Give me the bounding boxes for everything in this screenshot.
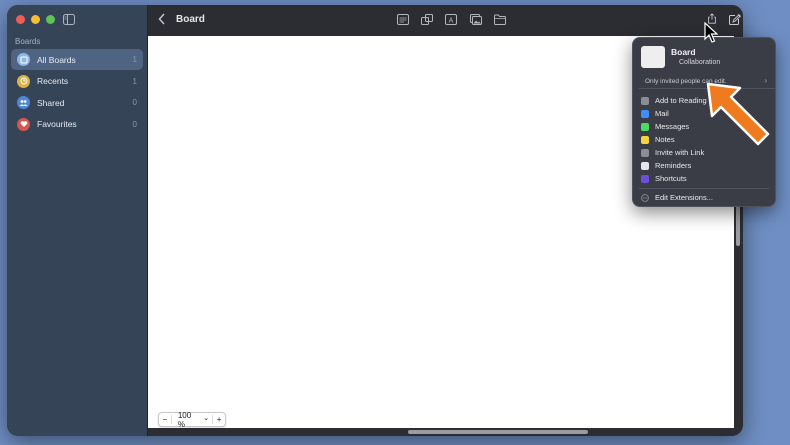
share-option-shortcuts[interactable]: Shortcuts bbox=[639, 172, 769, 185]
people-icon bbox=[17, 96, 30, 109]
media-icon[interactable] bbox=[470, 14, 482, 25]
sidebar-toggle-icon[interactable] bbox=[63, 14, 75, 25]
share-item-title: Board bbox=[671, 47, 696, 57]
edit-extensions-button[interactable]: Edit Extensions... bbox=[641, 193, 713, 202]
compose-icon[interactable] bbox=[729, 14, 741, 25]
more-icon bbox=[641, 193, 649, 202]
sidebar-item-count: 1 bbox=[132, 55, 137, 64]
sidebar: Boards All Boards 1 Recents 1 Shared 0 F… bbox=[7, 5, 148, 436]
zoom-in-button[interactable]: + bbox=[212, 415, 225, 424]
sidebar-item-recents[interactable]: Recents 1 bbox=[11, 71, 143, 92]
annotation-arrow-icon bbox=[706, 82, 770, 146]
mail-icon bbox=[641, 109, 649, 118]
sidebar-item-count: 0 bbox=[132, 119, 137, 129]
mouse-pointer-icon bbox=[704, 22, 718, 43]
notes-icon bbox=[641, 135, 649, 144]
zoom-out-button[interactable]: − bbox=[159, 415, 172, 424]
link-icon bbox=[641, 148, 649, 157]
share-option-label: Reminders bbox=[655, 161, 692, 170]
sidebar-item-label: Shared bbox=[37, 97, 65, 108]
sidebar-item-label: All Boards bbox=[37, 54, 76, 65]
share-option-label: Add to Reading bbox=[655, 96, 707, 105]
sidebar-item-shared[interactable]: Shared 0 bbox=[11, 92, 143, 113]
shapes-icon[interactable] bbox=[421, 14, 433, 25]
share-option-label: Shortcuts bbox=[655, 174, 687, 183]
shortcuts-icon bbox=[641, 174, 649, 183]
sidebar-item-label: Recents bbox=[37, 76, 69, 86]
svg-text:A: A bbox=[449, 18, 454, 25]
toolbar: Board A bbox=[148, 5, 743, 37]
horizontal-scroll-thumb[interactable] bbox=[408, 430, 588, 434]
window-controls bbox=[16, 15, 55, 24]
folder-icon[interactable] bbox=[494, 14, 506, 25]
divider bbox=[639, 188, 769, 189]
text-box-icon[interactable]: A bbox=[445, 14, 457, 25]
messages-icon bbox=[641, 122, 649, 131]
sidebar-section-title: Boards bbox=[15, 37, 41, 46]
boards-icon bbox=[17, 53, 30, 66]
share-option-label: Mail bbox=[655, 109, 669, 118]
collaboration-label[interactable]: Collaboration bbox=[679, 59, 720, 66]
board-thumbnail bbox=[641, 46, 665, 68]
share-option-reminders[interactable]: Reminders bbox=[639, 159, 769, 172]
zoom-level[interactable]: 100 % bbox=[178, 411, 200, 429]
page-title: Board bbox=[176, 14, 205, 25]
sidebar-item-count: 0 bbox=[132, 98, 137, 107]
edit-extensions-label: Edit Extensions... bbox=[655, 193, 713, 202]
sidebar-list: All Boards 1 Recents 1 Shared 0 Favourit… bbox=[11, 49, 143, 135]
share-option-label: Notes bbox=[655, 135, 675, 144]
horizontal-scrollbar[interactable] bbox=[148, 428, 734, 436]
minimize-button[interactable] bbox=[31, 15, 40, 24]
sidebar-item-all-boards[interactable]: All Boards 1 bbox=[11, 49, 143, 70]
sidebar-item-favourites[interactable]: Favourites 0 bbox=[11, 114, 143, 135]
reading-list-icon bbox=[641, 96, 649, 105]
sidebar-item-count: 1 bbox=[132, 76, 137, 86]
chevron-left-icon[interactable] bbox=[158, 13, 166, 25]
heart-icon bbox=[17, 117, 30, 131]
share-option-label: Invite with Link bbox=[655, 148, 705, 157]
note-icon[interactable] bbox=[397, 14, 409, 25]
zoom-control: − 100 % ⌄ + bbox=[158, 411, 226, 429]
close-button[interactable] bbox=[16, 15, 25, 24]
chevron-down-icon[interactable]: ⌄ bbox=[203, 414, 209, 422]
share-option-label: Messages bbox=[655, 122, 690, 131]
sidebar-item-label: Favourites bbox=[37, 119, 77, 129]
zoom-button[interactable] bbox=[46, 15, 55, 24]
clock-icon bbox=[17, 74, 30, 88]
reminders-icon bbox=[641, 161, 649, 170]
